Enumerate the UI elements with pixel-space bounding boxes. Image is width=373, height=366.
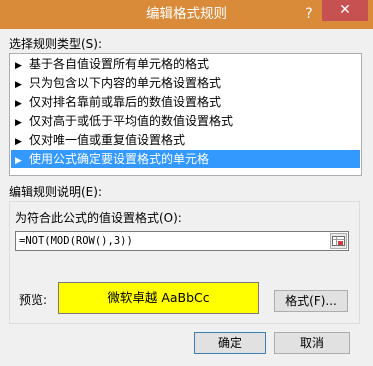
- preview-text: 微软卓越 AaBbCc: [107, 290, 210, 305]
- help-button[interactable]: ?: [298, 3, 320, 25]
- cancel-button[interactable]: 取消: [274, 332, 350, 354]
- ok-button[interactable]: 确定: [194, 332, 266, 354]
- rule-type-item[interactable]: ▶ 仅对高于或低于平均值的数值设置格式: [11, 112, 360, 130]
- range-select-icon: [332, 236, 345, 246]
- formula-value: =NOT(MOD(ROW(),3)): [19, 235, 133, 247]
- range-select-button[interactable]: [330, 233, 347, 249]
- preview-label: 预览:: [19, 293, 48, 307]
- rule-type-item[interactable]: ▶ 基于各自值设置所有单元格的格式: [11, 55, 360, 73]
- rule-type-item-selected[interactable]: ▶ 使用公式确定要设置格式的单元格: [11, 150, 360, 168]
- format-button[interactable]: 格式(F)...: [274, 290, 348, 312]
- edit-formatting-rule-dialog: 编辑格式规则 ? ✕ 选择规则类型(S): ▶ 基于各自值设置所有单元格的格式 ▶…: [0, 0, 373, 366]
- rule-type-item[interactable]: ▶ 只为包含以下内容的单元格设置格式: [11, 74, 360, 92]
- close-button[interactable]: ✕: [322, 0, 368, 21]
- triangle-right-icon: ▶: [15, 137, 22, 147]
- triangle-right-icon: ▶: [15, 61, 22, 71]
- rule-type-list[interactable]: ▶ 基于各自值设置所有单元格的格式 ▶ 只为包含以下内容的单元格设置格式 ▶ 仅对排名…: [9, 53, 362, 176]
- formula-input[interactable]: =NOT(MOD(ROW(),3)): [15, 231, 349, 251]
- rule-type-item[interactable]: ▶ 仅对排名靠前或靠后的数值设置格式: [11, 93, 360, 111]
- close-icon: ✕: [339, 2, 351, 18]
- rule-description-label: 编辑规则说明(E):: [9, 185, 102, 199]
- triangle-right-icon: ▶: [15, 99, 22, 109]
- triangle-right-icon: ▶: [15, 80, 22, 90]
- rule-type-item[interactable]: ▶ 仅对唯一值或重复值设置格式: [11, 131, 360, 149]
- dialog-body: 选择规则类型(S): ▶ 基于各自值设置所有单元格的格式 ▶ 只为包含以下内容的单元…: [4, 29, 369, 362]
- preview-box: 微软卓越 AaBbCc: [58, 282, 259, 314]
- triangle-right-icon: ▶: [15, 118, 22, 128]
- title-bar[interactable]: 编辑格式规则 ? ✕: [0, 0, 373, 29]
- triangle-right-icon: ▶: [15, 156, 22, 166]
- formula-label: 为符合此公式的值设置格式(O):: [15, 211, 182, 225]
- rule-type-label: 选择规则类型(S):: [9, 37, 103, 51]
